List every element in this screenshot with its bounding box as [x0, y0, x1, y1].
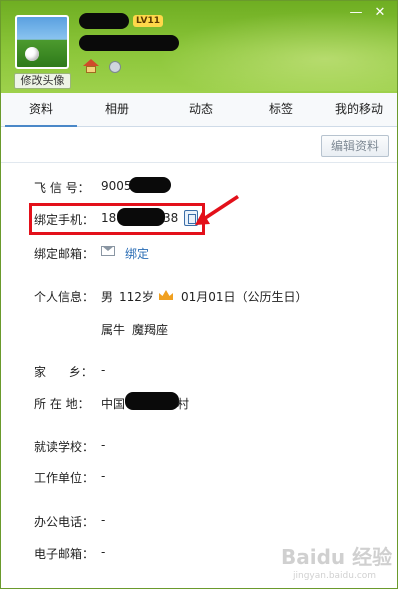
tab-tags[interactable]: 标签 [245, 93, 317, 127]
redacted-location [125, 392, 179, 410]
edit-profile-button[interactable]: 编辑资料 [321, 135, 389, 157]
gender-value: 男 [101, 290, 114, 304]
medal-icon[interactable] [107, 59, 123, 73]
bind-phone-prefix: 18 [101, 211, 117, 225]
work-value: - [101, 469, 106, 483]
personal-info-label: 个人信息： [34, 290, 95, 304]
hometown-value: - [101, 363, 106, 377]
work-label: 工作单位： [34, 471, 95, 485]
email-label: 电子邮箱： [34, 547, 95, 561]
level-badge: LV11 [133, 15, 163, 27]
tab-my-mobile[interactable]: 我的移动 [323, 93, 395, 127]
tab-activity[interactable]: 动态 [165, 93, 237, 127]
office-phone-label: 办公电话： [34, 515, 95, 529]
baidu-watermark: Baidu 经验 [281, 545, 393, 569]
crown-icon [159, 290, 173, 300]
fetion-number-label: 飞 信 号： [34, 181, 90, 195]
change-avatar-button[interactable]: 修改头像 [14, 73, 71, 89]
bind-phone-label: 绑定手机： [34, 213, 95, 227]
location-suffix: 村 [177, 397, 190, 411]
baidu-watermark-url: jingyan.baidu.com [293, 571, 377, 581]
annotation-arrow [195, 195, 239, 225]
bind-phone-suffix: 38 [163, 211, 179, 225]
tab-profile[interactable]: 资料 [5, 93, 77, 127]
redacted-fetion-number [129, 177, 171, 193]
location-label: 所 在 地： [34, 397, 90, 411]
school-label: 就读学校： [34, 440, 95, 454]
location-prefix: 中国 [101, 397, 126, 411]
age-value: 112岁 [119, 290, 154, 304]
profile-window: — ✕ 修改头像 LV11 资料 相册 动态 标签 我的移动 编辑资料 飞 信 … [0, 0, 398, 589]
redacted-signature [79, 35, 179, 51]
close-button[interactable]: ✕ [369, 4, 391, 22]
profile-header: — ✕ 修改头像 LV11 [1, 1, 397, 93]
minimize-button[interactable]: — [345, 4, 367, 22]
tab-album[interactable]: 相册 [81, 93, 153, 127]
school-value: - [101, 438, 106, 452]
fetion-number-value: 9005 [101, 179, 132, 193]
bind-email-label: 绑定邮箱： [34, 247, 95, 261]
profile-toolbar: 编辑资料 [1, 127, 397, 163]
avatar[interactable] [15, 15, 69, 69]
bind-email-link[interactable]: 绑定 [125, 245, 149, 262]
header-decoration [157, 11, 397, 91]
office-phone-value: - [101, 513, 106, 527]
zodiac-value: 属牛 [101, 323, 126, 337]
mail-icon [101, 246, 115, 256]
golf-ball-image [25, 47, 39, 61]
redacted-nickname [79, 13, 129, 29]
birthday-value: 01月01日（公历生日） [181, 290, 308, 304]
hometown-label: 家 乡： [34, 365, 93, 379]
constellation-value: 魔羯座 [132, 323, 169, 337]
redacted-phone-number [117, 208, 165, 226]
email-value: - [101, 545, 106, 559]
home-icon[interactable] [83, 59, 99, 73]
profile-tabs: 资料 相册 动态 标签 我的移动 [1, 93, 397, 127]
